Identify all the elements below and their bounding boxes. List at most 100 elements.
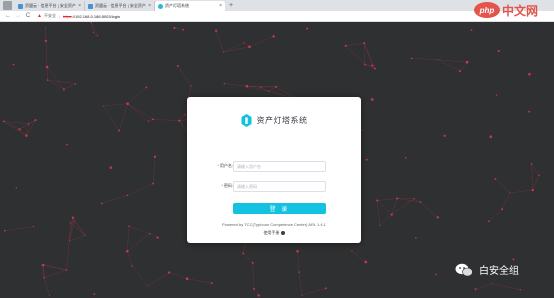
security-status[interactable]: 不安全 [44, 13, 56, 19]
network-node [509, 192, 511, 194]
network-node [435, 273, 437, 276]
window-menu-icon[interactable] [3, 1, 12, 10]
network-node [156, 236, 159, 239]
network-node [415, 237, 417, 239]
network-node [190, 85, 192, 87]
close-icon[interactable]: × [78, 3, 81, 9]
network-node [257, 294, 260, 297]
back-icon[interactable]: ← [3, 13, 13, 19]
network-node [512, 258, 515, 261]
network-node [501, 208, 504, 211]
network-node [363, 42, 366, 45]
network-node [344, 44, 347, 47]
network-node [173, 26, 176, 30]
network-node [18, 128, 21, 131]
network-node [66, 143, 68, 146]
login-page: 资产灯塔系统 *用户名: *密码: 登 录 Powered by TCC(Typ… [0, 22, 554, 298]
network-node [495, 94, 498, 96]
network-node [275, 85, 278, 88]
network-node [243, 42, 245, 44]
username-input[interactable] [233, 161, 326, 172]
php-watermark: php 中文网 [474, 0, 554, 20]
reload-icon[interactable]: C [23, 13, 33, 19]
network-node [210, 282, 213, 285]
network-node [118, 129, 121, 132]
network-node [413, 198, 415, 200]
close-icon[interactable]: × [219, 3, 222, 9]
network-node [374, 67, 376, 70]
network-node [3, 229, 6, 232]
network-node [41, 264, 44, 267]
network-node [390, 213, 393, 216]
new-tab-icon[interactable]: + [229, 1, 233, 10]
network-node [12, 63, 15, 66]
network-node [267, 90, 270, 92]
network-node [176, 64, 179, 67]
network-node [25, 134, 28, 138]
network-node [371, 64, 374, 67]
browser-tab-2[interactable]: 资盟云 · 信息平台 | 安全资产管理平台 × [85, 1, 155, 11]
network-node [436, 216, 439, 219]
network-node [376, 199, 379, 202]
network-node [538, 174, 540, 176]
network-node [44, 27, 46, 29]
login-button[interactable]: 登 录 [233, 203, 326, 214]
username-row: *用户名: [187, 161, 361, 172]
network-node [153, 155, 157, 158]
tab-strip: 资盟云 · 信息平台 | 安全资产管理平台 × 资盟云 · 信息平台 | 安全资… [0, 0, 554, 11]
username-label: *用户名: [217, 163, 233, 168]
powered-by-text: Powered by TCC(Typhoon Competence Center… [222, 222, 326, 227]
network-node [489, 135, 493, 139]
network-node [46, 79, 49, 81]
network-node [324, 287, 327, 290]
network-node [298, 271, 300, 273]
network-node [396, 197, 399, 200]
network-node [245, 84, 249, 88]
network-node [214, 29, 218, 32]
warning-triangle-icon[interactable]: ▲ [37, 13, 42, 19]
help-link[interactable]: 使用手册 [187, 230, 361, 236]
network-node [182, 28, 185, 31]
network-node [2, 120, 5, 123]
address-divider: | [58, 13, 60, 19]
network-node [443, 134, 446, 137]
network-node [97, 35, 99, 37]
tab-favicon-icon [18, 3, 23, 9]
browser-tab-active[interactable]: 资产灯塔系统 × [155, 1, 225, 11]
browser-tab-1[interactable]: 资盟云 · 信息平台 | 安全资产管理平台 × [15, 1, 85, 11]
network-node [419, 201, 422, 203]
network-node [128, 225, 130, 227]
network-node [131, 265, 133, 267]
network-node [126, 249, 129, 253]
lighthouse-logo-icon [241, 114, 251, 127]
network-node [222, 51, 225, 53]
network-node [178, 119, 181, 122]
forward-icon[interactable]: → [13, 13, 23, 19]
network-node [184, 114, 186, 116]
network-node [458, 70, 461, 73]
network-node [470, 29, 473, 31]
php-logo: php [474, 2, 500, 18]
login-card: 资产灯塔系统 *用户名: *密码: 登 录 Powered by TCC(Typ… [187, 97, 361, 243]
tab-favicon-icon [158, 3, 163, 9]
network-node [145, 86, 148, 89]
network-node [69, 222, 72, 224]
app-title: 资产灯塔系统 [256, 116, 308, 125]
network-node [519, 289, 521, 291]
network-node [223, 82, 225, 85]
network-node [296, 250, 299, 253]
network-node [65, 269, 68, 271]
network-node [272, 35, 275, 38]
network-node [49, 294, 51, 296]
network-node [494, 177, 497, 180]
network-node [32, 225, 35, 228]
tab-title: 资盟云 · 信息平台 | 安全资产管理平台 [25, 3, 76, 8]
tab-title: 资盟云 · 信息平台 | 安全资产管理平台 [95, 3, 146, 8]
network-node [152, 182, 154, 185]
network-node [531, 188, 534, 192]
url-scheme: https [63, 13, 72, 19]
address-bar[interactable]: ▲ 不安全 | https ://192.168.0.186:5003/logi… [37, 13, 120, 19]
password-input[interactable] [233, 181, 326, 192]
close-icon[interactable]: × [148, 3, 151, 9]
network-node [306, 27, 309, 30]
